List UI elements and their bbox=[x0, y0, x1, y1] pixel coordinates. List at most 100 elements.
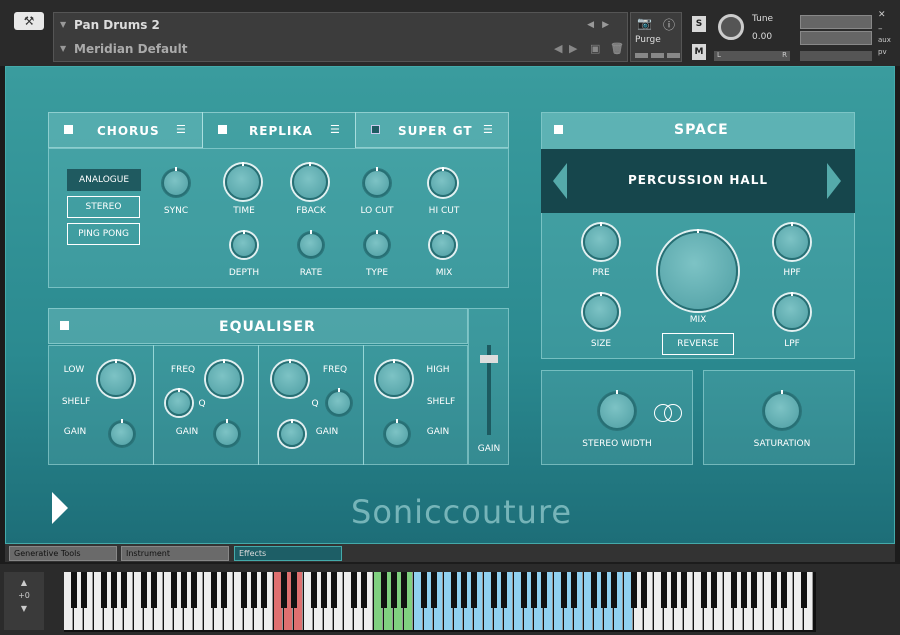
time-knob[interactable] bbox=[225, 162, 261, 200]
black-key[interactable] bbox=[701, 572, 707, 608]
aux-label[interactable]: aux bbox=[878, 36, 891, 44]
black-key[interactable] bbox=[181, 572, 187, 608]
nav-left-icon[interactable]: ◀ bbox=[554, 37, 562, 61]
black-key[interactable] bbox=[461, 572, 467, 608]
lpf-knob[interactable] bbox=[774, 292, 810, 330]
replika-enable-checkbox[interactable] bbox=[218, 125, 227, 134]
black-key[interactable] bbox=[211, 572, 217, 608]
black-key[interactable] bbox=[541, 572, 547, 608]
black-key[interactable] bbox=[321, 572, 327, 608]
black-key[interactable] bbox=[561, 572, 567, 608]
black-key[interactable] bbox=[81, 572, 87, 608]
black-key[interactable] bbox=[331, 572, 337, 608]
tab-super-gt[interactable]: SUPER GT ☰ bbox=[355, 112, 509, 148]
black-key[interactable] bbox=[681, 572, 687, 608]
black-key[interactable] bbox=[221, 572, 227, 608]
wrench-icon[interactable]: ⚒ bbox=[14, 12, 44, 30]
black-key[interactable] bbox=[591, 572, 597, 608]
black-key[interactable] bbox=[421, 572, 427, 608]
black-key[interactable] bbox=[741, 572, 747, 608]
info-icon[interactable]: ⓘ bbox=[663, 16, 675, 33]
black-key[interactable] bbox=[361, 572, 367, 608]
chorus-enable-checkbox[interactable] bbox=[64, 125, 73, 134]
black-key[interactable] bbox=[431, 572, 437, 608]
hpf-knob[interactable] bbox=[774, 222, 810, 260]
tab-chorus[interactable]: CHORUS ☰ bbox=[48, 112, 203, 148]
saturation-knob[interactable] bbox=[763, 390, 801, 430]
trash-icon[interactable]: 🗑 bbox=[610, 37, 624, 61]
black-key[interactable] bbox=[71, 572, 77, 608]
black-key[interactable] bbox=[281, 572, 287, 608]
black-key[interactable] bbox=[141, 572, 147, 608]
camera-icon[interactable]: 📷 bbox=[637, 16, 652, 30]
preset-row[interactable]: ▼ Meridian Default ◀ ▶ ▣ 🗑 bbox=[54, 37, 627, 61]
chorus-menu-icon[interactable]: ☰ bbox=[176, 123, 187, 136]
collapse-icon[interactable]: ▼ bbox=[60, 13, 66, 37]
instrument-name[interactable]: Pan Drums 2 bbox=[74, 13, 160, 37]
preset-name[interactable]: Meridian Default bbox=[74, 37, 187, 61]
black-key[interactable] bbox=[631, 572, 637, 608]
piano-keyboard[interactable] bbox=[64, 572, 816, 632]
tab-effects[interactable]: Effects bbox=[234, 546, 342, 561]
black-key[interactable] bbox=[261, 572, 267, 608]
black-key[interactable] bbox=[731, 572, 737, 608]
black-key[interactable] bbox=[471, 572, 477, 608]
black-key[interactable] bbox=[501, 572, 507, 608]
black-key[interactable] bbox=[241, 572, 247, 608]
reverse-button[interactable]: REVERSE bbox=[662, 333, 734, 355]
eq-gain-fader-cap[interactable] bbox=[480, 355, 498, 363]
octave-down-icon[interactable]: ▼ bbox=[4, 604, 44, 613]
octave-up-icon[interactable]: ▲ bbox=[4, 578, 44, 587]
black-key[interactable] bbox=[171, 572, 177, 608]
mid2-q-knob[interactable] bbox=[326, 388, 352, 416]
high-freq-knob[interactable] bbox=[376, 359, 412, 397]
tab-instrument[interactable]: Instrument bbox=[121, 546, 229, 561]
black-key[interactable] bbox=[601, 572, 607, 608]
black-key[interactable] bbox=[101, 572, 107, 608]
black-key[interactable] bbox=[491, 572, 497, 608]
replika-menu-icon[interactable]: ☰ bbox=[330, 123, 341, 136]
close-icon[interactable]: ✕ bbox=[878, 10, 886, 20]
low-gain-knob[interactable] bbox=[109, 419, 135, 447]
black-key[interactable] bbox=[251, 572, 257, 608]
reverb-preset-name[interactable]: PERCUSSION HALL bbox=[541, 173, 855, 187]
volume-slider[interactable] bbox=[800, 51, 872, 61]
space-enable-checkbox[interactable] bbox=[554, 125, 563, 134]
black-key[interactable] bbox=[571, 572, 577, 608]
mid2-freq-knob[interactable] bbox=[272, 359, 308, 397]
black-key[interactable] bbox=[311, 572, 317, 608]
mode-dropdown[interactable]: ANALOGUE bbox=[67, 169, 141, 191]
preset-dropdown-icon[interactable]: ▼ bbox=[60, 37, 66, 61]
black-key[interactable] bbox=[291, 572, 297, 608]
lo-cut-knob[interactable] bbox=[363, 167, 391, 197]
tab-generative-tools[interactable]: Generative Tools bbox=[9, 546, 117, 561]
preset-next-icon[interactable] bbox=[827, 163, 841, 199]
pan-slider[interactable]: L R bbox=[714, 51, 790, 61]
rate-knob[interactable] bbox=[298, 230, 324, 258]
high-gain-knob[interactable] bbox=[384, 419, 410, 447]
black-key[interactable] bbox=[391, 572, 397, 608]
mid2-gain-knob[interactable] bbox=[279, 419, 305, 447]
type-knob[interactable] bbox=[364, 230, 390, 258]
size-knob[interactable] bbox=[583, 292, 619, 330]
black-key[interactable] bbox=[641, 572, 647, 608]
hi-cut-knob[interactable] bbox=[429, 167, 457, 197]
mid1-gain-knob[interactable] bbox=[214, 419, 240, 447]
black-key[interactable] bbox=[351, 572, 357, 608]
ping-pong-button[interactable]: PING PONG bbox=[67, 223, 140, 245]
stereo-button[interactable]: STEREO bbox=[67, 196, 140, 218]
black-key[interactable] bbox=[661, 572, 667, 608]
supergt-enable-checkbox[interactable] bbox=[371, 125, 380, 134]
supergt-menu-icon[interactable]: ☰ bbox=[483, 123, 494, 136]
tab-replika[interactable]: REPLIKA ☰ bbox=[202, 112, 356, 148]
purge-dropdown[interactable]: Purge bbox=[635, 35, 661, 45]
black-key[interactable] bbox=[751, 572, 757, 608]
minimize-icon[interactable]: – bbox=[878, 24, 883, 34]
mid1-freq-knob[interactable] bbox=[206, 359, 242, 397]
mid1-q-knob[interactable] bbox=[166, 388, 192, 416]
black-key[interactable] bbox=[671, 572, 677, 608]
sync-knob[interactable] bbox=[162, 167, 190, 197]
black-key[interactable] bbox=[611, 572, 617, 608]
black-key[interactable] bbox=[151, 572, 157, 608]
depth-knob[interactable] bbox=[231, 230, 257, 258]
